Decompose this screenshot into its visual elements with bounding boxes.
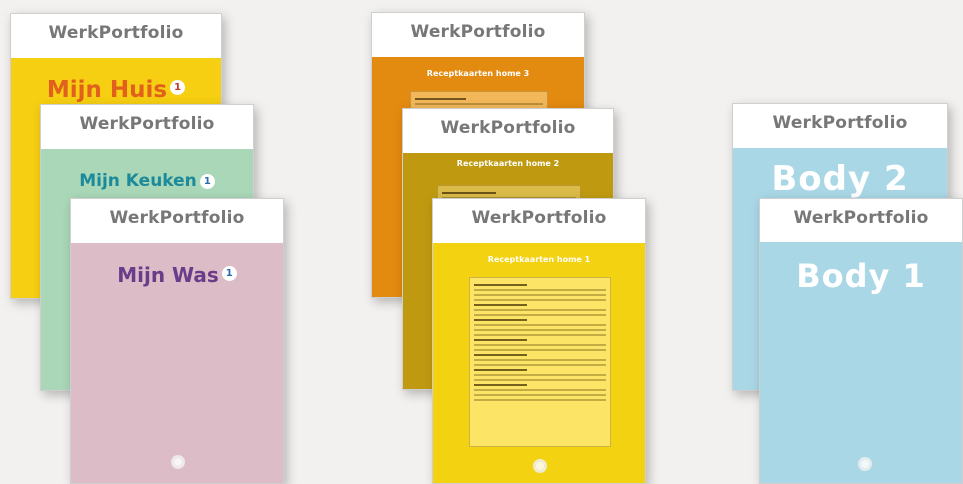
toc-line xyxy=(415,103,543,105)
cover-title-text: Mijn Huis xyxy=(46,77,168,103)
brand-title: WerkPortfolio xyxy=(772,113,908,133)
brand-title: WerkPortfolio xyxy=(410,22,546,42)
brand-subtitle xyxy=(11,46,221,51)
book-cover-body-1[interactable]: WerkPortfolio Body 1 xyxy=(759,198,963,484)
brand-subtitle xyxy=(403,141,613,146)
brand-subtitle xyxy=(760,231,962,236)
brand-title: WerkPortfolio xyxy=(440,118,576,138)
brand-header: WerkPortfolio xyxy=(71,199,283,243)
toc-line xyxy=(474,354,527,356)
brand-title: WerkPortfolio xyxy=(109,208,245,228)
toc-line xyxy=(474,379,606,381)
cover-title-text: Mijn Was xyxy=(117,263,219,287)
toc-line xyxy=(474,309,606,311)
toc-line xyxy=(474,319,527,321)
cover-title: Receptkaarten home 1 xyxy=(487,255,591,264)
toc-line xyxy=(474,314,606,316)
publisher-logo-icon xyxy=(171,455,185,469)
toc-line xyxy=(474,294,606,296)
publisher-logo-icon xyxy=(533,459,547,473)
edition-badge: 1 xyxy=(221,266,237,281)
brand-title: WerkPortfolio xyxy=(471,208,607,228)
cover-title: Mijn Keuken 1 xyxy=(41,171,253,191)
brand-header: WerkPortfolio xyxy=(41,105,253,149)
toc-line xyxy=(474,329,606,331)
toc-line xyxy=(474,394,606,396)
brand-header: WerkPortfolio xyxy=(733,104,947,148)
brand-header: WerkPortfolio xyxy=(11,14,221,58)
toc-line xyxy=(442,192,496,194)
edition-badge: 1 xyxy=(170,80,186,95)
brand-subtitle xyxy=(372,45,584,50)
toc-line xyxy=(474,289,606,291)
toc-line xyxy=(474,389,606,391)
toc-line xyxy=(474,284,527,286)
toc-line xyxy=(474,399,606,401)
toc-line xyxy=(474,374,606,376)
brand-title: WerkPortfolio xyxy=(793,208,929,228)
toc-line xyxy=(474,334,606,336)
toc-line xyxy=(474,364,606,366)
toc-line xyxy=(474,369,527,371)
brand-header: WerkPortfolio xyxy=(403,109,613,153)
toc-line xyxy=(474,324,606,326)
toc-line xyxy=(474,359,606,361)
brand-subtitle xyxy=(433,231,645,236)
publisher-logo-icon xyxy=(858,457,872,471)
cover-title: Mijn Huis 1 xyxy=(11,77,221,103)
book-cover-receptkaarten-1[interactable]: WerkPortfolio Receptkaarten home 1 xyxy=(432,198,646,484)
toc-line xyxy=(474,344,606,346)
brand-header: WerkPortfolio xyxy=(760,199,962,242)
book-cover-mijn-was[interactable]: WerkPortfolio Mijn Was 1 xyxy=(70,198,284,484)
brand-header: WerkPortfolio xyxy=(372,13,584,57)
brand-title: WerkPortfolio xyxy=(48,23,184,43)
toc-line xyxy=(474,299,606,301)
cover-title-text: Mijn Keuken xyxy=(79,171,197,191)
toc-line xyxy=(474,349,606,351)
toc-line xyxy=(474,339,527,341)
toc-line xyxy=(474,304,527,306)
brand-subtitle xyxy=(733,136,947,141)
toc-line xyxy=(474,384,527,386)
cover-title: Body 2 xyxy=(771,159,909,199)
cover-title: Receptkaarten home 3 xyxy=(426,69,530,78)
cover-title: Receptkaarten home 2 xyxy=(456,159,560,168)
brand-subtitle xyxy=(71,231,283,236)
table-of-contents xyxy=(469,277,611,447)
edition-badge: 1 xyxy=(199,174,215,189)
cover-title: Mijn Was 1 xyxy=(71,263,283,287)
brand-subtitle xyxy=(41,137,253,142)
cover-title: Body 1 xyxy=(796,257,926,295)
brand-header: WerkPortfolio xyxy=(433,199,645,243)
toc-line xyxy=(415,98,467,100)
brand-title: WerkPortfolio xyxy=(79,114,215,134)
